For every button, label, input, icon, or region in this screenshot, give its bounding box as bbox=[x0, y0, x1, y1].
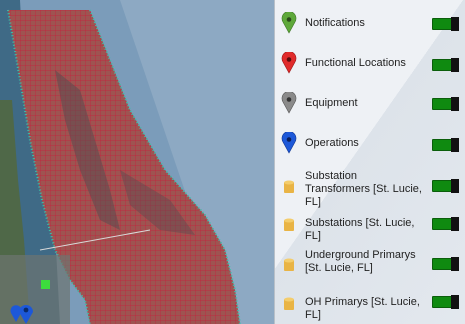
layer-label: Substation Transformers [St. Lucie, FL] bbox=[305, 170, 422, 208]
layer-row-operations[interactable]: Operations bbox=[275, 130, 465, 156]
layer-toggle[interactable] bbox=[432, 17, 459, 31]
layer-label: Substations [St. Lucie, FL] bbox=[305, 217, 415, 242]
red-pin-icon bbox=[281, 52, 297, 74]
layer-label: Operations bbox=[305, 137, 359, 149]
layer-toggle[interactable] bbox=[432, 138, 459, 152]
layers-panel: Notifications Functional Locations Equip… bbox=[274, 0, 465, 324]
town-area bbox=[0, 255, 70, 324]
layer-toggle[interactable] bbox=[432, 295, 459, 309]
layer-toggle[interactable] bbox=[432, 257, 459, 271]
layer-toggle[interactable] bbox=[432, 217, 459, 231]
green-pin-icon bbox=[281, 12, 297, 34]
layer-label: Underground Primarys [St. Lucie, FL] bbox=[305, 249, 416, 274]
green-marker[interactable] bbox=[41, 280, 50, 289]
layer-toggle[interactable] bbox=[432, 179, 459, 193]
gray-pin-icon bbox=[281, 92, 297, 114]
database-icon bbox=[284, 180, 294, 193]
layer-label: Equipment bbox=[305, 97, 358, 109]
database-icon bbox=[284, 258, 294, 271]
layer-row-substation-transformers[interactable]: Substation Transformers [St. Lucie, FL] bbox=[275, 168, 465, 208]
layer-toggle[interactable] bbox=[432, 58, 459, 72]
layer-label: Notifications bbox=[305, 17, 365, 29]
layer-row-functional-locations[interactable]: Functional Locations bbox=[275, 50, 465, 76]
database-icon bbox=[284, 297, 294, 310]
layer-toggle[interactable] bbox=[432, 97, 459, 111]
layer-row-substations[interactable]: Substations [St. Lucie, FL] bbox=[275, 210, 465, 242]
layer-row-notifications[interactable]: Notifications bbox=[275, 10, 465, 36]
layer-row-underground-primarys[interactable]: Underground Primarys [St. Lucie, FL] bbox=[275, 246, 465, 282]
layer-label: Functional Locations bbox=[305, 57, 406, 69]
layer-row-equipment[interactable]: Equipment bbox=[275, 90, 465, 116]
layer-row-oh-primarys[interactable]: OH Primarys [St. Lucie, FL] bbox=[275, 290, 465, 321]
layer-label: OH Primarys [St. Lucie, FL] bbox=[305, 296, 420, 321]
database-icon bbox=[284, 218, 294, 231]
blue-pin-icon bbox=[281, 132, 297, 154]
